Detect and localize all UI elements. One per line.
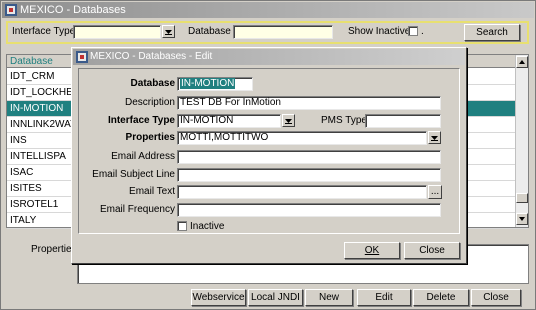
- filter-bar: Interface Type Database Show Inactive . …: [6, 21, 529, 44]
- inactive-checkbox[interactable]: [177, 221, 187, 231]
- scroll-thumb[interactable]: [516, 193, 528, 203]
- scroll-down-arrow[interactable]: [516, 213, 528, 225]
- interface-type-label: Interface Type: [12, 26, 76, 37]
- close-button[interactable]: Close: [471, 289, 521, 306]
- databases-window: MEXICO - Databases Interface Type Databa…: [0, 0, 536, 310]
- dialog-ok-button[interactable]: OK: [344, 242, 400, 259]
- show-inactive-checkbox[interactable]: [408, 26, 418, 36]
- database-input-value: IN-MOTION: [180, 78, 236, 89]
- pms-type-label: PMS Type: [321, 115, 367, 126]
- email-text-ellipsis-label: ...: [430, 186, 440, 197]
- email-subject-input[interactable]: [177, 168, 441, 182]
- edit-button[interactable]: Edit: [357, 289, 411, 306]
- pms-type-input[interactable]: [365, 114, 441, 128]
- chevron-down-icon: [431, 136, 438, 141]
- webservice-button[interactable]: Webservice: [191, 289, 246, 306]
- local-jndi-button[interactable]: Local JNDI: [248, 289, 303, 306]
- close-button-label: Close: [483, 292, 509, 303]
- arrow-up-icon: [519, 60, 525, 64]
- app-icon: [5, 4, 17, 16]
- new-button-label: New: [318, 292, 339, 303]
- arrow-down-icon: [519, 217, 525, 221]
- dialog-close-label: Close: [419, 245, 445, 256]
- database-label: Database: [130, 78, 175, 89]
- dialog-titlebar: MEXICO - Databases - Edit: [73, 49, 465, 65]
- email-address-label: Email Address: [111, 151, 175, 162]
- interface-type-select[interactable]: [73, 25, 161, 39]
- dialog-title: MEXICO - Databases - Edit: [90, 51, 213, 62]
- email-address-input[interactable]: [177, 150, 441, 164]
- dialog-ok-label: OK: [364, 245, 380, 256]
- interface-type-edit-select[interactable]: IN-MOTION: [177, 114, 281, 128]
- webservice-button-label: Webservice: [192, 292, 245, 303]
- database-input[interactable]: IN-MOTION: [177, 77, 253, 91]
- properties-label: Properties: [31, 244, 77, 255]
- email-text-input[interactable]: [177, 185, 427, 199]
- properties-edit-select[interactable]: MOTTI,MOTTITWO: [177, 131, 427, 145]
- properties-edit-label: Properties: [125, 132, 175, 143]
- scroll-up-arrow[interactable]: [516, 56, 528, 68]
- chevron-down-icon: [165, 30, 172, 35]
- show-inactive-suffix: .: [421, 26, 424, 37]
- edit-dialog: MEXICO - Databases - Edit Database IN-MO…: [71, 47, 467, 264]
- search-button-label: Search: [476, 27, 508, 38]
- dialog-close-button[interactable]: Close: [404, 242, 460, 259]
- interface-type-edit-dropdown[interactable]: [282, 114, 295, 127]
- window-titlebar: MEXICO - Databases: [2, 2, 534, 18]
- show-inactive-label: Show Inactive: [348, 26, 411, 37]
- window-title: MEXICO - Databases: [20, 4, 126, 16]
- inactive-label: Inactive: [190, 221, 225, 232]
- interface-type-edit-label: Interface Type: [107, 115, 175, 126]
- email-subject-label: Email Subject Line: [92, 169, 175, 180]
- interface-type-dropdown-button[interactable]: [162, 25, 175, 38]
- database-filter-input[interactable]: [233, 25, 333, 39]
- delete-button[interactable]: Delete: [413, 289, 469, 306]
- dialog-form: Database IN-MOTION Description TEST DB F…: [78, 68, 460, 234]
- database-filter-label: Database: [188, 26, 231, 37]
- description-label: Description: [124, 97, 175, 108]
- list-scrollbar[interactable]: [515, 55, 528, 227]
- properties-edit-dropdown[interactable]: [428, 131, 441, 144]
- description-input[interactable]: TEST DB For InMotion: [177, 96, 441, 110]
- delete-button-label: Delete: [426, 292, 456, 303]
- app-icon: [76, 51, 88, 63]
- email-frequency-label: Email Frequency: [99, 204, 175, 215]
- edit-button-label: Edit: [375, 292, 393, 303]
- email-text-label: Email Text: [129, 186, 175, 197]
- email-frequency-input[interactable]: [177, 203, 441, 217]
- email-text-ellipsis-button[interactable]: ...: [428, 185, 442, 199]
- local-jndi-button-label: Local JNDI: [251, 292, 300, 303]
- new-button[interactable]: New: [305, 289, 353, 306]
- search-button[interactable]: Search: [464, 24, 520, 41]
- chevron-down-icon: [285, 119, 292, 124]
